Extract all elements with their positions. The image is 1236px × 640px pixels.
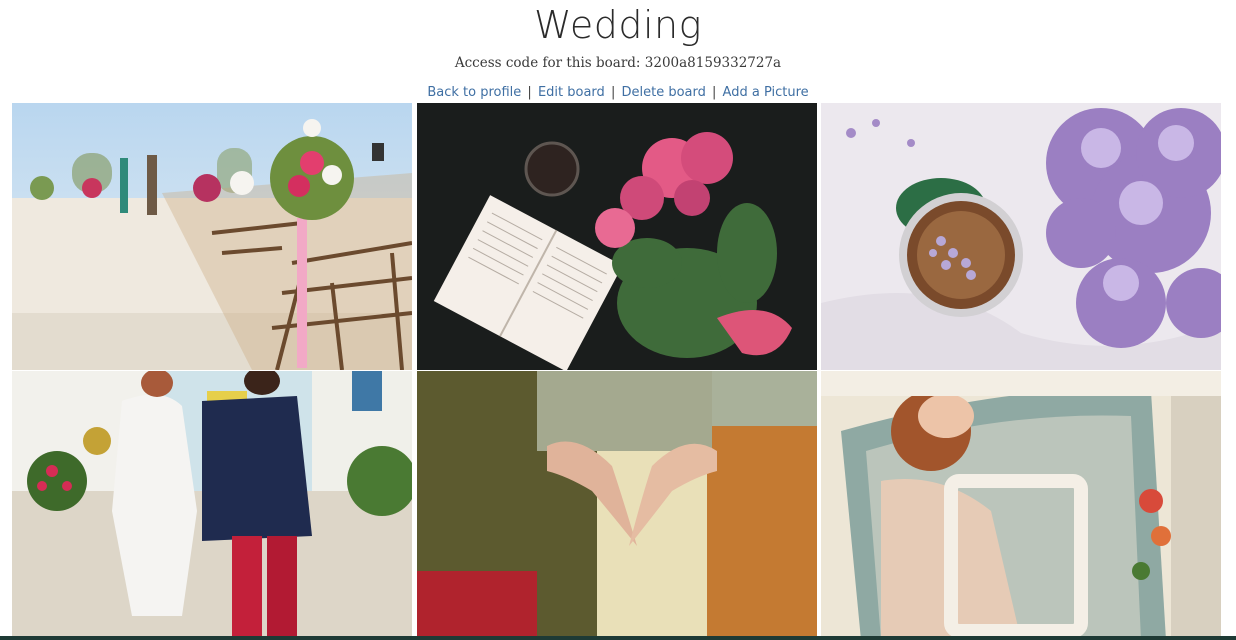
picture-book-peonies[interactable] (417, 103, 817, 370)
bottom-edge (0, 636, 1236, 640)
access-code-label: Access code for this board: (454, 55, 645, 71)
access-code-value: 3200a8159332727a (644, 55, 782, 71)
picture-book-peonies-image (417, 103, 817, 370)
picture-hands-heart-image (417, 371, 817, 640)
picture-beach-aisle[interactable] (12, 103, 412, 370)
picture-beach-aisle-image (12, 103, 412, 370)
page-title: Wedding (534, 3, 702, 47)
picture-bride-groom-walking-image (12, 371, 412, 640)
nav-separator: | (527, 85, 532, 100)
delete-board-link[interactable]: Delete board (621, 85, 705, 100)
access-code-line: Access code for this board: 3200a8159332… (0, 52, 1236, 74)
edit-board-link[interactable]: Edit board (538, 85, 605, 100)
picture-hands-heart[interactable] (417, 371, 817, 640)
nav-separator: | (712, 85, 717, 100)
board-actions: Back to profile | Edit board | Delete bo… (0, 83, 1236, 103)
picture-bride-car[interactable] (821, 371, 1221, 640)
back-to-profile-link[interactable]: Back to profile (427, 85, 521, 100)
add-picture-link[interactable]: Add a Picture (723, 85, 809, 100)
picture-bride-groom-walking[interactable] (12, 371, 412, 640)
picture-bride-car-image (821, 371, 1221, 640)
picture-grid (12, 103, 1221, 640)
picture-coffee-lilac-image (821, 103, 1221, 370)
nav-separator: | (610, 85, 616, 100)
picture-coffee-lilac[interactable] (821, 103, 1221, 370)
